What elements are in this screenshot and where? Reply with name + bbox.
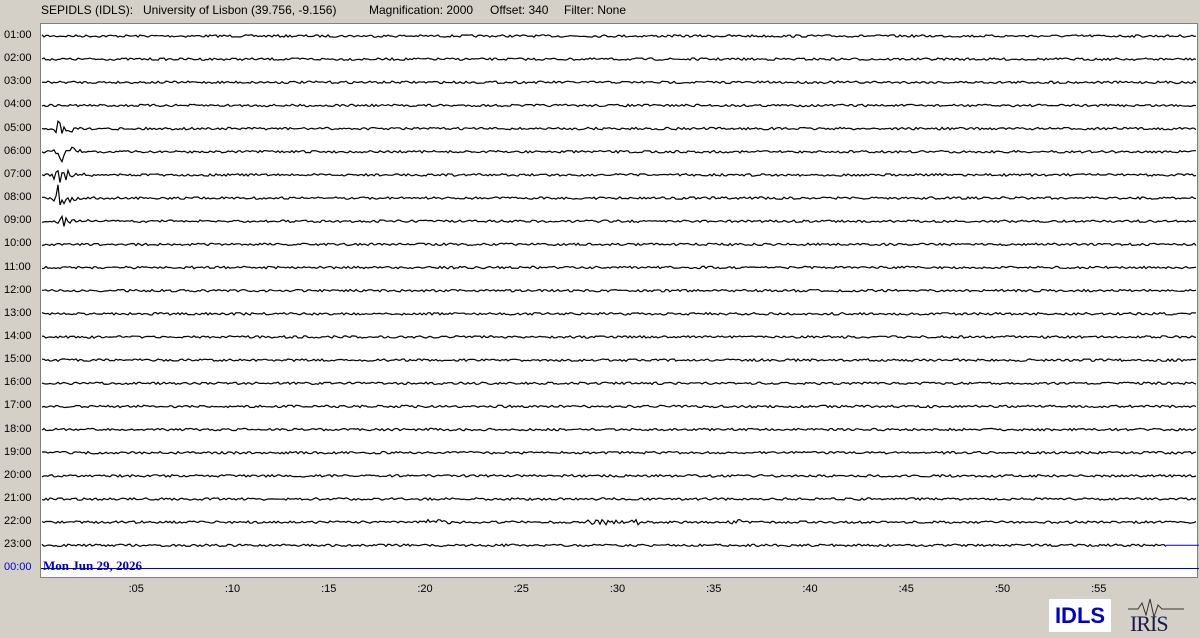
hour-label: 17:00 — [4, 399, 32, 412]
hour-label: 08:00 — [4, 191, 32, 204]
trace-line — [41, 473, 1197, 478]
hour-label: 20:00 — [4, 468, 32, 481]
hour-label: 10:00 — [4, 237, 32, 250]
hour-label: 06:00 — [4, 144, 32, 157]
hour-label: 01:00 — [4, 29, 32, 41]
trace-line — [41, 427, 1197, 432]
trace-line — [41, 404, 1197, 409]
trace-line — [41, 146, 1196, 164]
minute-tick-label: :45 — [898, 583, 914, 595]
minute-tick-label: :40 — [802, 583, 818, 595]
trace-line — [41, 33, 1197, 39]
trace-line — [41, 543, 1167, 548]
trace-line — [41, 358, 1197, 363]
offset-readout: Offset: 340 — [490, 3, 549, 17]
hour-label: 19:00 — [4, 445, 32, 458]
trace-line — [41, 450, 1197, 455]
trace-line — [41, 265, 1197, 270]
station-name: SEPIDLS (IDLS): — [41, 3, 134, 17]
trace-line — [41, 57, 1197, 62]
iris-logo-text: IRIS — [1130, 611, 1169, 636]
trace-line — [41, 242, 1197, 247]
minute-tick-label: :55 — [1091, 583, 1107, 595]
minute-tick-label: :15 — [321, 583, 337, 595]
trace-line — [41, 381, 1197, 386]
hour-label: 18:00 — [4, 422, 32, 435]
filter-readout: Filter: None — [564, 3, 627, 17]
minute-tick-label: :30 — [609, 583, 626, 595]
header-bar: SEPIDLS (IDLS): University of Lisbon (39… — [0, 0, 1200, 22]
trace-line — [41, 334, 1197, 339]
minute-tick-label: :10 — [224, 583, 241, 595]
idls-logo: IDLS — [1049, 599, 1111, 632]
hour-label: 12:00 — [4, 283, 32, 296]
seismogram-traces — [41, 33, 1199, 569]
trace-line — [41, 288, 1197, 293]
trace-line — [41, 120, 1197, 134]
hour-label: 05:00 — [4, 121, 32, 134]
hour-label: 14:00 — [4, 329, 32, 342]
minute-tick-label: :20 — [417, 583, 433, 595]
hour-label: 02:00 — [4, 52, 32, 65]
trace-line — [41, 497, 1197, 502]
hour-label: 04:00 — [4, 98, 32, 111]
hour-label: 22:00 — [4, 515, 32, 528]
hour-label: 09:00 — [4, 214, 32, 227]
hour-label: 07:00 — [4, 167, 32, 180]
hour-label: 23:00 — [4, 538, 32, 551]
trace-line — [41, 80, 1197, 85]
station-location: University of Lisbon (39.756, -9.156) — [143, 3, 337, 17]
minute-tick-label: :25 — [513, 583, 529, 595]
hour-label: 16:00 — [4, 376, 32, 389]
minute-tick-label: :05 — [128, 583, 144, 595]
trace-line — [41, 214, 1197, 227]
trace-line — [41, 168, 1197, 183]
minute-tick-label: :50 — [994, 583, 1011, 595]
hour-label: 00:00 — [4, 561, 32, 574]
date-label: Mon Jun 29, 2026 — [43, 558, 142, 573]
minute-tick-label: :35 — [706, 583, 722, 595]
hour-label: 21:00 — [4, 492, 32, 504]
hour-label: 13:00 — [4, 306, 32, 319]
hour-label: 15:00 — [4, 353, 32, 366]
trace-line — [41, 518, 1197, 526]
helicorder-plot — [40, 23, 1199, 578]
trace-line — [41, 311, 1197, 316]
hour-label: 03:00 — [4, 75, 32, 88]
hour-label: 11:00 — [4, 260, 31, 273]
magnification-readout: Magnification: 2000 — [369, 3, 474, 17]
trace-line — [41, 103, 1197, 108]
trace-line — [41, 184, 1197, 206]
